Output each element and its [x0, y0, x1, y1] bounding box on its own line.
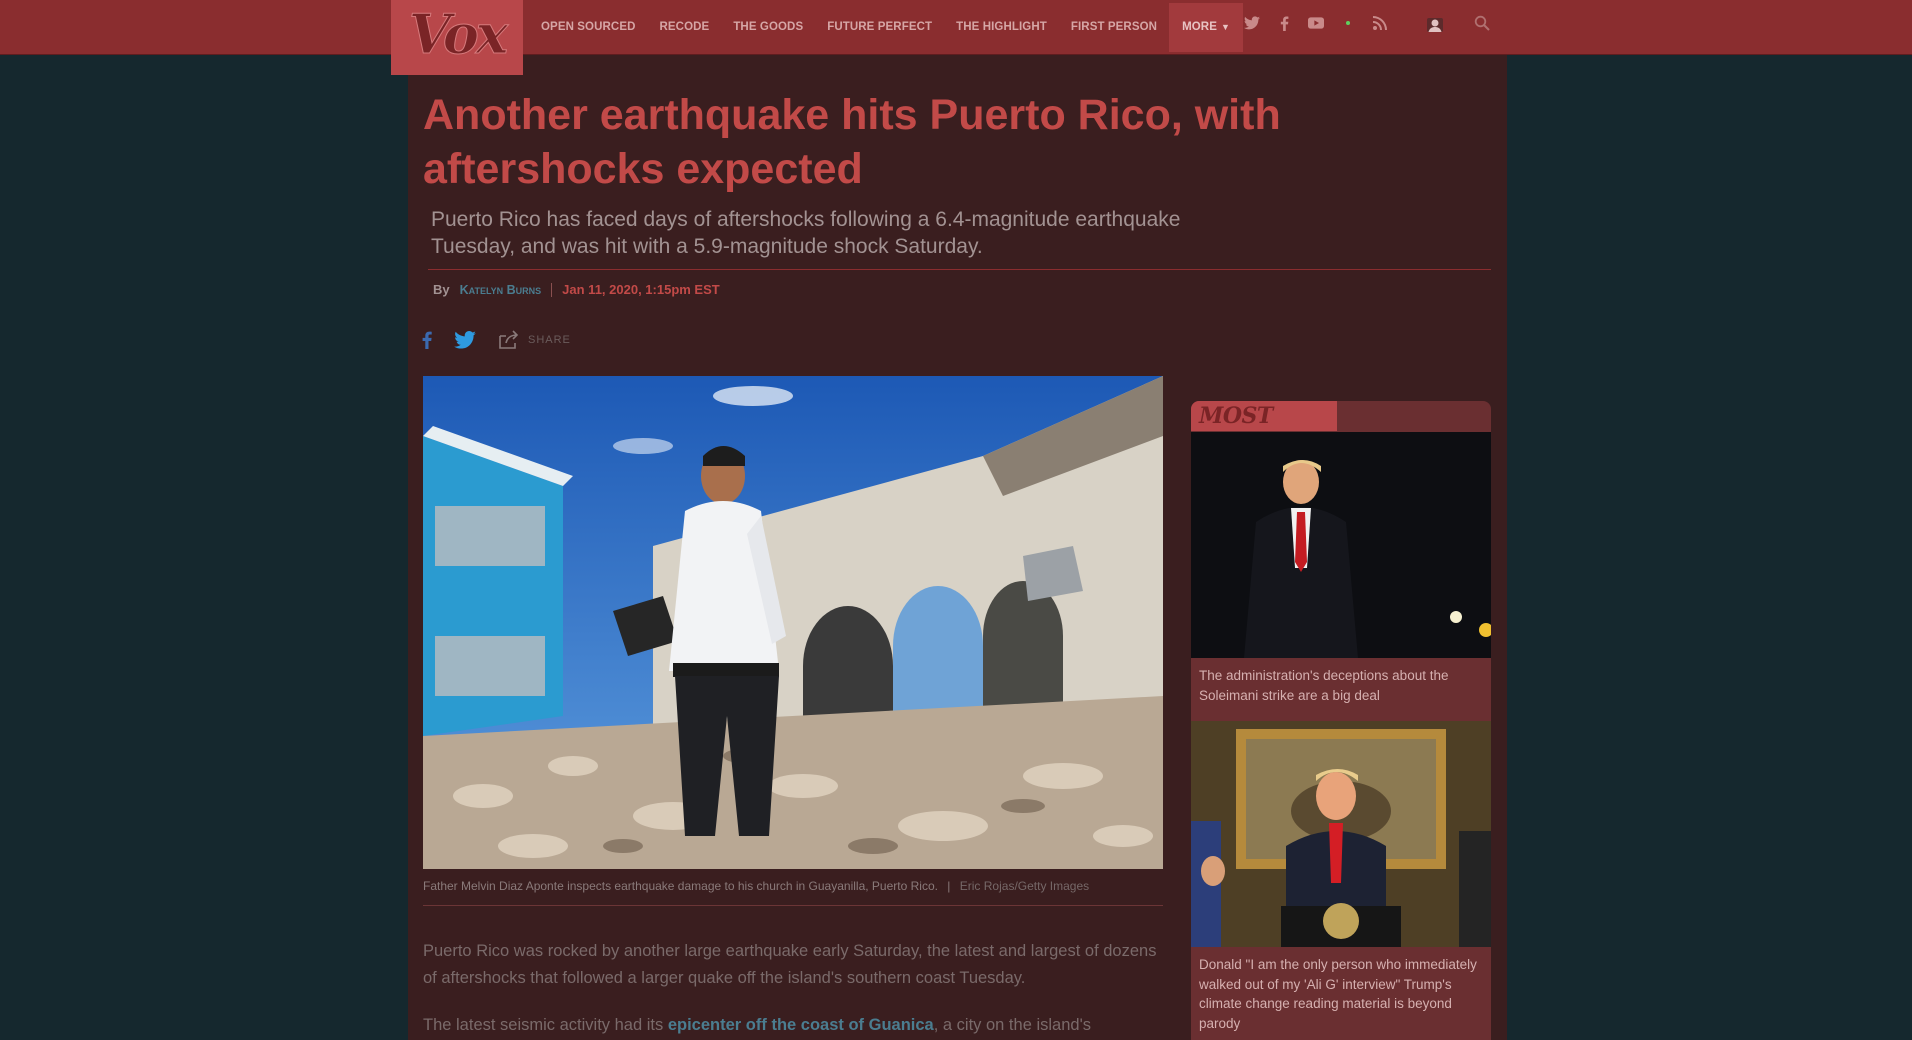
paragraph-text: , a city on the island's	[933, 1016, 1091, 1034]
divider	[428, 269, 1491, 270]
nav-first-person[interactable]: FIRST PERSON	[1071, 21, 1157, 33]
twitter-icon[interactable]	[1243, 14, 1261, 32]
nav-the-highlight[interactable]: THE HIGHLIGHT	[956, 21, 1047, 33]
dot-icon[interactable]	[1339, 14, 1357, 32]
rss-icon[interactable]	[1371, 14, 1389, 32]
section-nav: OPEN SOURCED RECODE THE GOODS FUTURE PER…	[541, 0, 1267, 54]
article-paragraph: Puerto Rico was rocked by another large …	[423, 942, 1157, 987]
divider	[423, 905, 1163, 906]
search-icon[interactable]	[1474, 15, 1492, 33]
share-label[interactable]: SHARE	[528, 334, 571, 346]
byline: By Katelyn Burns Jan 11, 2020, 1:15pm ES…	[433, 282, 720, 297]
byline-prefix: By	[433, 282, 450, 297]
nav-more-button[interactable]: MORE ▼	[1169, 2, 1243, 52]
twitter-share-icon[interactable]	[454, 331, 476, 349]
hero-image	[423, 376, 1163, 869]
most-read-headline-2[interactable]: Donald "I am the only person who immedia…	[1199, 955, 1491, 1033]
facebook-share-icon[interactable]	[422, 331, 432, 349]
nav-open-sourced[interactable]: OPEN SOURCED	[541, 21, 636, 33]
epicenter-link[interactable]: epicenter off the coast of Guanica	[668, 1016, 934, 1034]
youtube-icon[interactable]	[1307, 14, 1325, 32]
paragraph-text: The latest seismic activity had its	[423, 1016, 668, 1034]
user-account-icon[interactable]	[1425, 15, 1445, 35]
share-icon[interactable]	[498, 330, 520, 350]
article-paragraph: The latest seismic activity had its epic…	[423, 1012, 1163, 1039]
chevron-down-icon: ▼	[1220, 22, 1230, 32]
logo-text: Vox	[408, 1, 508, 66]
most-read-image-1[interactable]	[1191, 432, 1491, 658]
hero-caption: Father Melvin Diaz Aponte inspects earth…	[423, 879, 1183, 893]
nav-the-goods[interactable]: THE GOODS	[733, 21, 803, 33]
article-headline: Another earthquake hits Puerto Rico, wit…	[423, 91, 1281, 193]
photo-credit: Eric Rojas/Getty Images	[959, 879, 1090, 893]
social-links	[1243, 14, 1403, 32]
site-logo[interactable]: Vox	[391, 0, 523, 75]
article-dek: Puerto Rico has faced days of aftershock…	[431, 208, 1181, 258]
facebook-icon[interactable]	[1275, 14, 1293, 32]
most-read-headline-1[interactable]: The administration's deceptions about th…	[1199, 666, 1487, 705]
author-link[interactable]: Katelyn Burns	[460, 283, 542, 297]
nav-more-label: MORE	[1182, 21, 1217, 33]
most-read-image-2[interactable]	[1191, 721, 1491, 947]
share-bar: SHARE	[422, 330, 571, 350]
byline-divider	[551, 282, 553, 297]
caption-separator: |	[947, 879, 951, 893]
most-read-header: MOST READ	[1191, 401, 1337, 455]
caption-text: Father Melvin Diaz Aponte inspects earth…	[423, 879, 938, 893]
nav-future-perfect[interactable]: FUTURE PERFECT	[827, 21, 932, 33]
publish-date: Jan 11, 2020, 1:15pm EST	[562, 282, 720, 297]
nav-recode[interactable]: RECODE	[660, 21, 710, 33]
